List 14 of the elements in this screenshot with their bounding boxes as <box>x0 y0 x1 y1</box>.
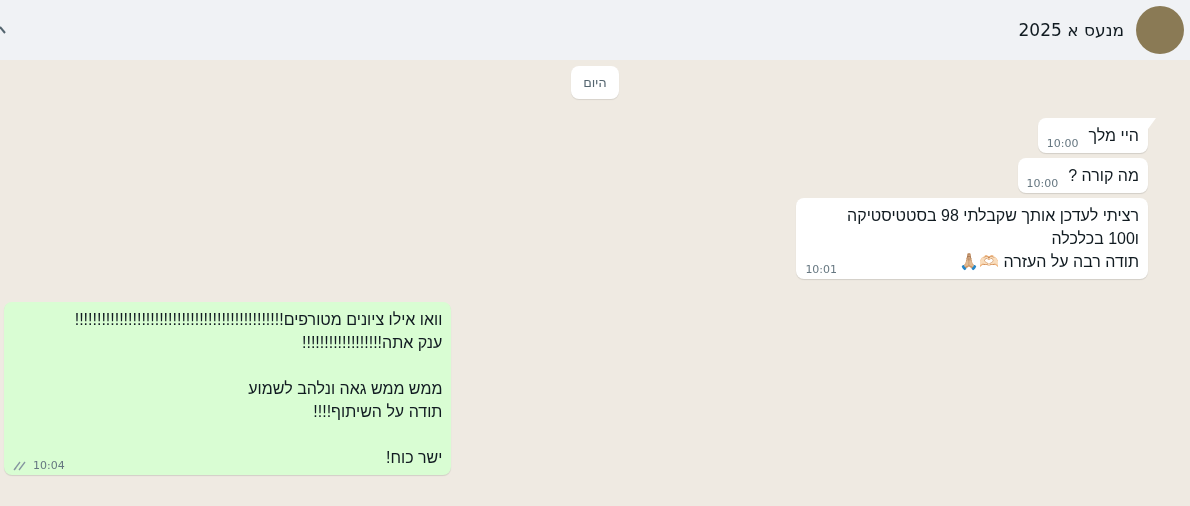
message-text: היי מלך <box>1088 126 1139 146</box>
message-text: רציתי לעדכן אותך שקבלתי 98 בסטטיסטיקה ו100 בכלכלה תודה רבה על העזרה 🫶🏻🙏🏼 <box>847 206 1139 272</box>
message-text: ישר כוח! <box>385 448 443 468</box>
date-chip: היום <box>571 66 619 99</box>
chat-title: מנעס א 2025 <box>1018 20 1124 40</box>
message-time: 10:00 <box>1046 137 1079 150</box>
message-text: וואו אילו ציונים מטורפים!!!!!!!!!!!!!!!!!!!!!!!!!!!!!!!!!!!!!!!!!!!!!!! ענק אתה!!!!!!!!!!!!!!!!!! <box>74 310 443 353</box>
message-time: 10:04 <box>33 459 65 472</box>
message-time: 10:00 <box>1026 177 1059 190</box>
back-icon[interactable] <box>0 25 6 35</box>
message-text: ממש ממש גאה ונלהב לשמוע תודה על השיתוף!!!! <box>247 379 443 422</box>
message-text: מה קורה ? <box>1068 166 1139 186</box>
message-time: 10:01 <box>805 263 838 276</box>
avatar[interactable] <box>1136 6 1184 54</box>
